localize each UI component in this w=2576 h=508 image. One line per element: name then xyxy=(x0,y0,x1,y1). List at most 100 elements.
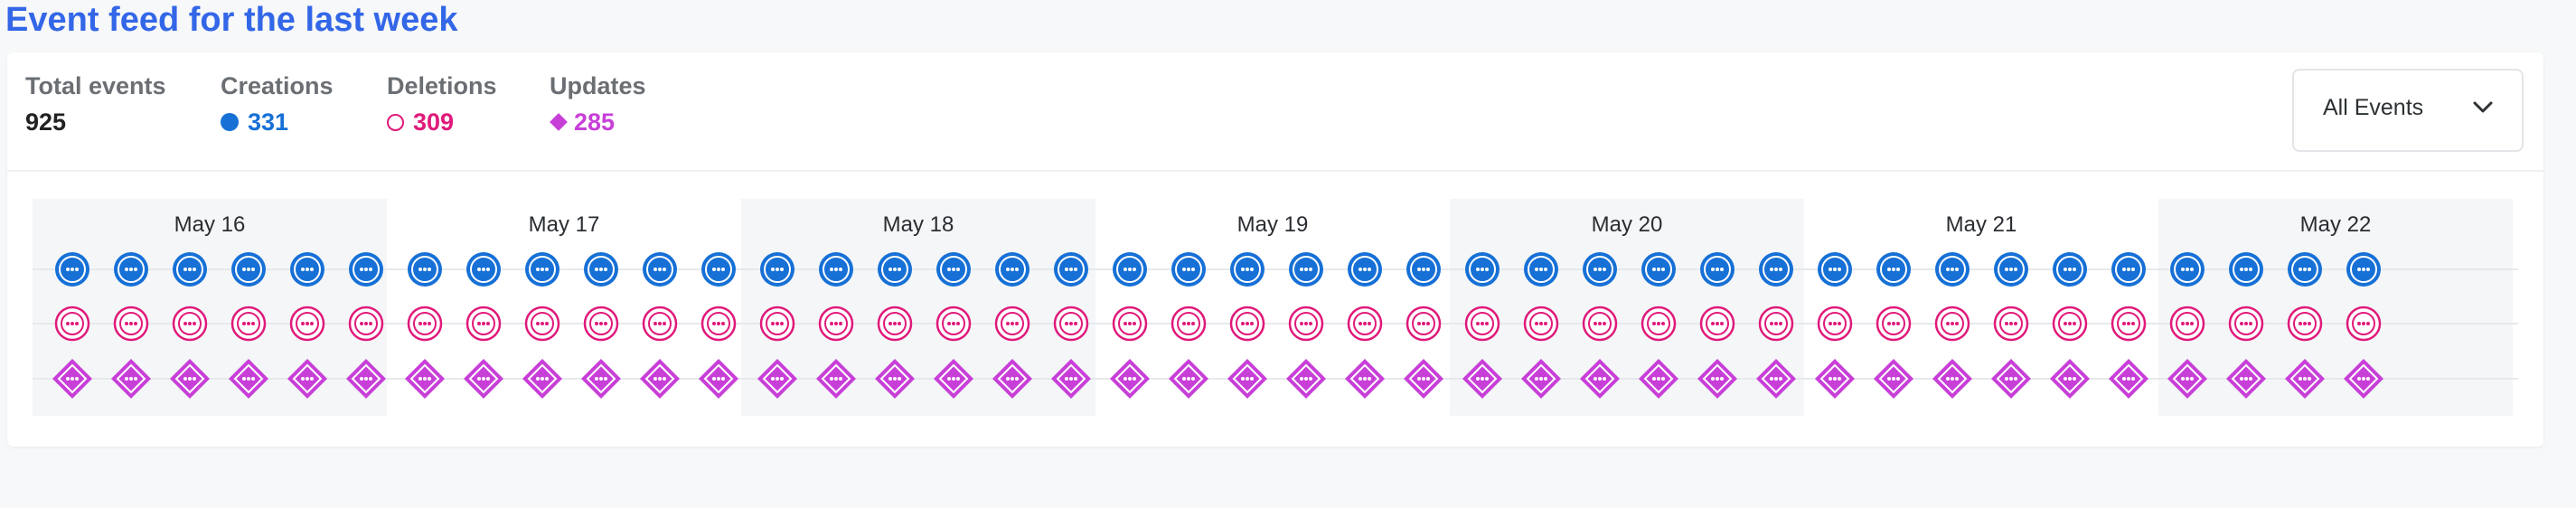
creation-event-marker[interactable] xyxy=(466,252,501,287)
deletion-event-marker[interactable] xyxy=(1523,306,1559,342)
update-event-marker[interactable] xyxy=(2050,359,2090,399)
deletion-event-marker[interactable] xyxy=(230,306,267,342)
creation-event-marker[interactable] xyxy=(525,252,559,287)
creation-event-marker[interactable] xyxy=(819,252,853,287)
creation-event-marker[interactable] xyxy=(2111,252,2146,287)
deletion-event-marker[interactable] xyxy=(1464,306,1500,342)
creation-event-marker[interactable] xyxy=(1935,252,1970,287)
update-event-marker[interactable] xyxy=(581,359,621,399)
creation-event-marker[interactable] xyxy=(643,252,677,287)
creation-event-marker[interactable] xyxy=(2229,252,2263,287)
creation-event-marker[interactable] xyxy=(55,252,89,287)
deletion-event-marker[interactable] xyxy=(1934,306,1970,342)
update-event-marker[interactable] xyxy=(2109,359,2148,399)
creation-event-marker[interactable] xyxy=(1994,252,2028,287)
update-event-marker[interactable] xyxy=(1227,359,1267,399)
deletion-event-marker[interactable] xyxy=(2169,306,2205,342)
deletion-event-marker[interactable] xyxy=(348,306,384,342)
update-event-marker[interactable] xyxy=(1404,359,1443,399)
deletion-event-marker[interactable] xyxy=(1993,306,2029,342)
stat-deletions-number: 309 xyxy=(413,108,455,136)
deletion-event-marker[interactable] xyxy=(1758,306,1794,342)
deletion-event-marker[interactable] xyxy=(1641,306,1677,342)
update-event-marker[interactable] xyxy=(464,359,503,399)
update-event-marker[interactable] xyxy=(1991,359,2031,399)
deletion-event-marker[interactable] xyxy=(524,306,560,342)
creation-event-marker[interactable] xyxy=(1641,252,1676,287)
deletion-event-marker[interactable] xyxy=(1288,306,1324,342)
creation-event-marker[interactable] xyxy=(2170,252,2205,287)
deletion-event-marker[interactable] xyxy=(113,306,149,342)
deletion-event-marker[interactable] xyxy=(1053,306,1089,342)
creation-event-marker[interactable] xyxy=(1348,252,1382,287)
creation-event-marker[interactable] xyxy=(1289,252,1323,287)
creation-event-marker[interactable] xyxy=(1818,252,1852,287)
creation-event-marker[interactable] xyxy=(290,252,324,287)
deletion-event-marker[interactable] xyxy=(1347,306,1383,342)
creation-event-marker[interactable] xyxy=(1759,252,1793,287)
creation-event-marker[interactable] xyxy=(2288,252,2322,287)
deletion-event-marker[interactable] xyxy=(2052,306,2088,342)
creation-event-marker[interactable] xyxy=(1113,252,1147,287)
creation-event-marker[interactable] xyxy=(1171,252,1206,287)
creation-event-marker[interactable] xyxy=(1700,252,1735,287)
creation-event-marker[interactable] xyxy=(173,252,207,287)
creation-event-marker[interactable] xyxy=(1230,252,1264,287)
deletion-event-marker[interactable] xyxy=(1699,306,1735,342)
update-event-marker[interactable] xyxy=(640,359,680,399)
deletion-event-marker[interactable] xyxy=(759,306,795,342)
creation-event-marker[interactable] xyxy=(408,252,442,287)
creation-event-marker[interactable] xyxy=(1524,252,1558,287)
deletion-event-marker[interactable] xyxy=(172,306,208,342)
creation-event-marker[interactable] xyxy=(2346,252,2381,287)
deletion-event-marker[interactable] xyxy=(642,306,678,342)
creation-event-marker[interactable] xyxy=(584,252,618,287)
creation-event-marker[interactable] xyxy=(114,252,148,287)
creation-event-marker[interactable] xyxy=(878,252,912,287)
deletion-event-marker[interactable] xyxy=(54,306,90,342)
deletion-event-marker[interactable] xyxy=(1229,306,1265,342)
update-event-marker[interactable] xyxy=(1110,359,1150,399)
deletion-event-marker[interactable] xyxy=(1817,306,1853,342)
deletion-event-marker[interactable] xyxy=(465,306,502,342)
update-event-marker[interactable] xyxy=(522,359,562,399)
deletion-event-marker[interactable] xyxy=(994,306,1030,342)
update-event-marker[interactable] xyxy=(1286,359,1326,399)
deletion-event-marker[interactable] xyxy=(1582,306,1618,342)
creation-event-marker[interactable] xyxy=(1054,252,1088,287)
creation-event-marker[interactable] xyxy=(760,252,794,287)
deletion-event-marker[interactable] xyxy=(700,306,737,342)
creation-event-marker[interactable] xyxy=(995,252,1029,287)
deletion-event-marker[interactable] xyxy=(935,306,972,342)
update-event-marker[interactable] xyxy=(405,359,445,399)
deletion-event-marker[interactable] xyxy=(2111,306,2147,342)
creation-event-marker[interactable] xyxy=(1465,252,1500,287)
deletion-event-marker[interactable] xyxy=(818,306,854,342)
deletion-event-marker[interactable] xyxy=(1170,306,1207,342)
update-event-marker[interactable] xyxy=(1345,359,1385,399)
creation-event-marker[interactable] xyxy=(231,252,266,287)
deletion-event-marker[interactable] xyxy=(877,306,913,342)
creation-event-marker[interactable] xyxy=(936,252,971,287)
creation-event-marker[interactable] xyxy=(1406,252,1441,287)
creation-event-marker[interactable] xyxy=(701,252,736,287)
deletion-event-marker[interactable] xyxy=(2228,306,2264,342)
creation-event-marker[interactable] xyxy=(1583,252,1617,287)
update-event-marker[interactable] xyxy=(1932,359,1972,399)
creation-event-marker[interactable] xyxy=(1876,252,1911,287)
event-filter-dropdown[interactable]: All Events xyxy=(2292,69,2524,152)
update-event-marker[interactable] xyxy=(1169,359,1208,399)
update-event-marker[interactable] xyxy=(699,359,738,399)
deletion-event-marker[interactable] xyxy=(1406,306,1442,342)
creation-event-marker[interactable] xyxy=(349,252,383,287)
deletion-event-marker[interactable] xyxy=(2346,306,2382,342)
deletion-event-marker[interactable] xyxy=(583,306,619,342)
deletion-event-marker[interactable] xyxy=(407,306,443,342)
deletion-event-marker[interactable] xyxy=(2287,306,2323,342)
creation-event-marker[interactable] xyxy=(2053,252,2087,287)
update-event-marker[interactable] xyxy=(1815,359,1855,399)
deletion-event-marker[interactable] xyxy=(1112,306,1148,342)
deletion-event-marker[interactable] xyxy=(289,306,325,342)
update-event-marker[interactable] xyxy=(1874,359,1913,399)
deletion-event-marker[interactable] xyxy=(1876,306,1912,342)
